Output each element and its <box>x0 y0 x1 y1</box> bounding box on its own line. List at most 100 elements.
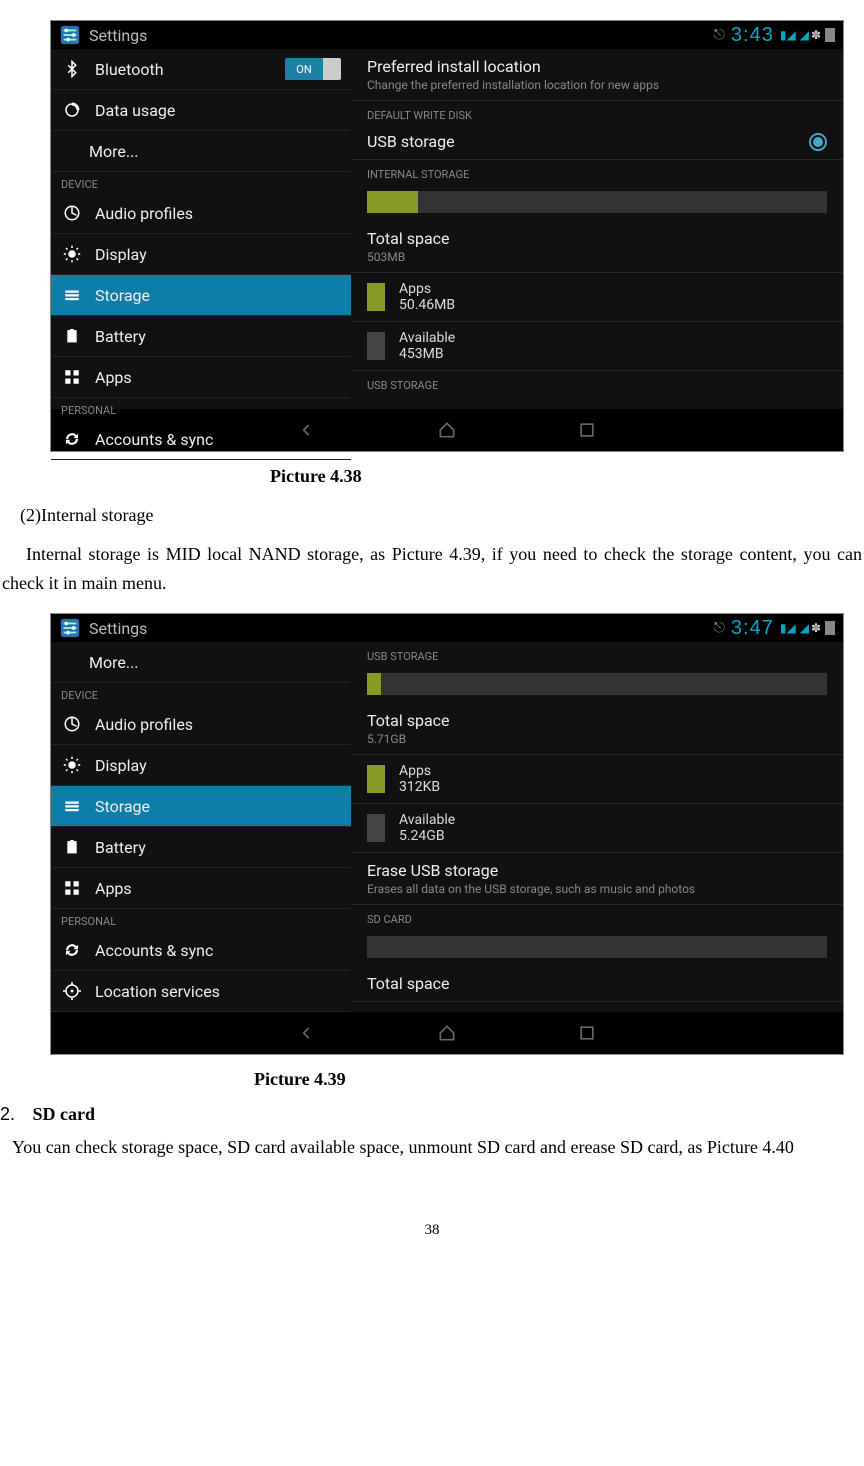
battery-menu-icon <box>61 325 83 347</box>
sidebar-item-storage[interactable]: Storage <box>51 786 351 827</box>
display-icon <box>61 754 83 776</box>
row-value: 5.24GB <box>399 828 455 844</box>
sidebar-item-more[interactable]: More... <box>51 131 351 172</box>
sidebar-item-label: Accounts & sync <box>95 941 213 960</box>
row-available[interactable]: Available 5.24GB <box>351 804 843 853</box>
home-icon[interactable] <box>437 1023 457 1043</box>
row-value: 453MB <box>399 346 455 362</box>
content-panel: Preferred install location Change the pr… <box>351 49 843 409</box>
row-sd-total-space[interactable]: Total space <box>351 966 843 1002</box>
sync-icon <box>61 428 83 450</box>
sidebar-item-label: More... <box>89 142 139 161</box>
swatch-apps-icon <box>367 283 385 311</box>
row-erase-usb-storage[interactable]: Erase USB storage Erases all data on the… <box>351 853 843 905</box>
back-icon[interactable] <box>297 420 317 440</box>
apps-icon <box>61 366 83 388</box>
swatch-available-icon <box>367 814 385 842</box>
row-title: Preferred install location <box>367 57 827 76</box>
sidebar-item-label: Apps <box>95 879 132 898</box>
sidebar-item-storage[interactable]: Storage <box>51 275 351 316</box>
row-title: Total space <box>367 974 827 993</box>
sidebar-item-battery[interactable]: Battery <box>51 827 351 868</box>
storage-icon <box>61 795 83 817</box>
content-panel: USB STORAGE Total space 5.71GB Apps 312K… <box>351 642 843 1012</box>
sidebar-item-label: Display <box>95 756 147 775</box>
sidebar-item-audio-profiles[interactable]: Audio profiles <box>51 193 351 234</box>
category-internal-storage: INTERNAL STORAGE <box>351 160 843 183</box>
sync-icon <box>61 939 83 961</box>
back-icon[interactable] <box>297 1023 317 1043</box>
status-bar: Settings ⎋ 3:47 ▮◢ ◢ ✽ <box>51 614 843 642</box>
bluetooth-toggle[interactable]: ON <box>285 58 341 80</box>
bt-status-icon: ✽ <box>811 28 821 42</box>
sidebar-item-audio-profiles[interactable]: Audio profiles <box>51 704 351 745</box>
battery-icon <box>825 28 835 42</box>
recent-icon[interactable] <box>577 1023 597 1043</box>
sidebar-item-label: Location services <box>95 982 220 1001</box>
row-title: Erase USB storage <box>367 861 827 880</box>
storage-usage-bar-sd <box>367 936 827 958</box>
row-title: Available <box>399 812 455 828</box>
sidebar-item-apps[interactable]: Apps <box>51 868 351 909</box>
sidebar-item-label: Apps <box>95 368 132 387</box>
list-item-sd-card: 2. SD card <box>0 1104 864 1125</box>
sidebar-item-label: Audio profiles <box>95 715 193 734</box>
sidebar-item-label: Accounts & sync <box>95 430 213 449</box>
sidebar-item-apps[interactable]: Apps <box>51 357 351 398</box>
battery-menu-icon <box>61 836 83 858</box>
sidebar-item-label: Bluetooth <box>95 60 164 79</box>
sidebar-item-label: Audio profiles <box>95 204 193 223</box>
audio-icon <box>61 202 83 224</box>
screenshot-4-39: Settings ⎋ 3:47 ▮◢ ◢ ✽ More... DEVICE Au… <box>50 613 844 1055</box>
sidebar-category-personal: PERSONAL <box>51 398 351 419</box>
row-available[interactable]: Available 453MB <box>351 322 843 371</box>
storage-usage-bar <box>367 191 827 213</box>
row-preferred-install[interactable]: Preferred install location Change the pr… <box>351 49 843 101</box>
location-icon <box>61 980 83 1002</box>
android-nav-bar <box>51 1012 843 1054</box>
row-total-space[interactable]: Total space 503MB <box>351 221 843 273</box>
sidebar-item-display[interactable]: Display <box>51 234 351 275</box>
sidebar-item-bluetooth[interactable]: Bluetooth ON <box>51 49 351 90</box>
sidebar-item-label: Battery <box>95 838 146 857</box>
row-apps-usage[interactable]: Apps 312KB <box>351 755 843 804</box>
sidebar-item-more[interactable]: More... <box>51 642 351 683</box>
bluetooth-icon <box>61 58 83 80</box>
screenshot-4-38: Settings ⎋ 3:43 ▮◢ ◢ ✽ Bluetooth ON <box>50 20 844 452</box>
sidebar-item-label: Data usage <box>95 101 175 120</box>
sidebar: Bluetooth ON Data usage More... DEVICE <box>51 49 351 409</box>
paragraph-sd-card: You can check storage space, SD card ava… <box>12 1133 864 1162</box>
home-icon[interactable] <box>437 420 457 440</box>
storage-icon <box>61 284 83 306</box>
row-title: Total space <box>367 229 827 248</box>
sidebar-item-battery[interactable]: Battery <box>51 316 351 357</box>
radio-selected-icon <box>809 133 827 151</box>
list-number: 2. <box>0 1104 28 1125</box>
sidebar-category-personal: PERSONAL <box>51 909 351 930</box>
recent-icon[interactable] <box>577 420 597 440</box>
row-title: Apps <box>399 281 455 297</box>
sidebar-item-accounts-sync[interactable]: Accounts & sync <box>51 930 351 971</box>
sidebar-category-device: DEVICE <box>51 172 351 193</box>
sidebar-item-display[interactable]: Display <box>51 745 351 786</box>
row-usb-storage-radio[interactable]: USB storage <box>351 124 843 160</box>
status-bar: Settings ⎋ 3:43 ▮◢ ◢ ✽ <box>51 21 843 49</box>
app-title: Settings <box>89 26 147 45</box>
settings-app-icon <box>59 617 81 639</box>
row-subtitle: Erases all data on the USB storage, such… <box>367 882 827 896</box>
sidebar: More... DEVICE Audio profiles Display St… <box>51 642 351 1012</box>
sidebar-item-location-services[interactable]: Location services <box>51 971 351 1012</box>
wifi-icon: ◢ <box>800 621 809 635</box>
row-title: USB storage <box>367 132 809 151</box>
audio-icon <box>61 713 83 735</box>
sidebar-category-device: DEVICE <box>51 683 351 704</box>
signal-icon: ▮◢ <box>780 28 796 42</box>
signal-icon: ▮◢ <box>780 621 796 635</box>
list-title: SD card <box>33 1104 96 1124</box>
row-apps-usage[interactable]: Apps 50.46MB <box>351 273 843 322</box>
row-total-space[interactable]: Total space 5.71GB <box>351 703 843 755</box>
apps-icon <box>61 877 83 899</box>
sidebar-item-data-usage[interactable]: Data usage <box>51 90 351 131</box>
page-number: 38 <box>0 1222 864 1239</box>
row-value: 503MB <box>367 250 827 264</box>
